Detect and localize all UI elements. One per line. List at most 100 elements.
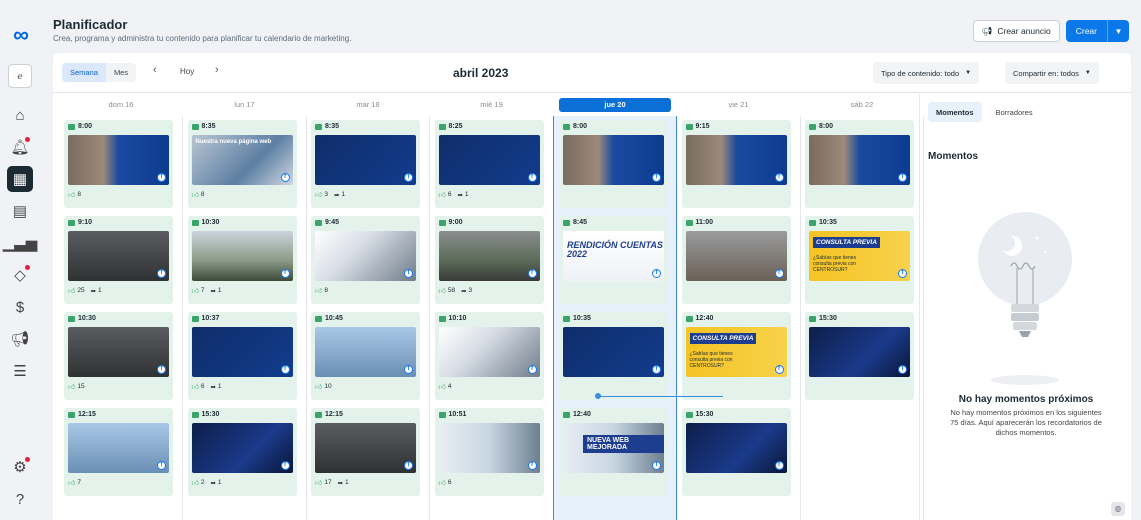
content-type-label: Tipo de contenido: todo	[881, 68, 960, 78]
scheduled-post-card[interactable]: 9:15 f	[681, 120, 791, 208]
tab-drafts[interactable]: Borradores	[988, 102, 1041, 122]
share-in-label: Compartir en: todos	[1013, 68, 1079, 78]
scheduled-post-card[interactable]: 15:30 f	[681, 408, 791, 496]
day-column[interactable]: 8:35 f 👍︎ 3 ➦ 1 9:45 f 👍︎ 8 10:45 f 👍︎ 10 12:15 f 👍︎ 17 ➦ 1	[306, 116, 430, 520]
post-time: 11:00	[685, 219, 713, 226]
meta-logo-icon[interactable]: ∞	[13, 22, 29, 48]
scheduled-post-card[interactable]: 10:30 f 👍︎ 15	[64, 312, 173, 400]
day-column[interactable]: 8:35 Nuestra nueva página web f 👍︎ 8 10:30 f 👍︎…	[183, 116, 307, 520]
scheduled-post-card[interactable]: 9:00 f 👍︎ 58 ➦ 3	[434, 216, 544, 304]
facebook-icon: f	[898, 365, 907, 374]
day-header: sáb 22	[850, 100, 874, 109]
scheduled-post-card[interactable]: 8:00 f 👍︎ 8	[64, 120, 173, 208]
post-stats: 👍︎ 6	[439, 478, 452, 487]
calendar-icon	[438, 123, 446, 130]
scheduled-post-card[interactable]: 12:15 f 👍︎ 17 ➦ 1	[311, 408, 420, 496]
current-time-dot	[595, 393, 601, 399]
content-icon[interactable]: ▤	[7, 198, 33, 224]
calendar-icon	[685, 123, 693, 130]
scheduled-post-card[interactable]: 10:10 f 👍︎ 4	[434, 312, 544, 400]
share-in-dropdown[interactable]: Compartir en: todos ▼	[1005, 62, 1099, 84]
scheduled-post-card[interactable]: 8:00 f	[559, 120, 668, 208]
facebook-icon: f	[652, 269, 661, 278]
day-column[interactable]: 8:00 f 8:45 RENDICIÓN CUENTAS 2022 f 10:35 f 12…	[553, 116, 677, 520]
page-header: Planificador Crea, programa y administra…	[53, 17, 351, 43]
planner-icon[interactable]: ▦	[7, 166, 33, 192]
scheduled-post-card[interactable]: 8:35 Nuestra nueva página web f 👍︎ 8	[187, 120, 297, 208]
settings-icon[interactable]: ⚙	[7, 454, 33, 480]
menu-icon[interactable]: ☰	[7, 358, 33, 384]
like-count: 58	[447, 287, 456, 294]
scheduled-post-card[interactable]: 10:37 f 👍︎ 6 ➦ 1	[187, 312, 297, 400]
facebook-icon: f	[157, 365, 166, 374]
chevron-down-icon: ▼	[965, 70, 972, 76]
help-icon[interactable]: ?	[7, 486, 33, 512]
scheduled-post-card[interactable]: 10:30 f 👍︎ 7 ➦ 1	[187, 216, 297, 304]
share-icon: ➦	[210, 383, 216, 391]
scheduled-post-card[interactable]: 10:51 f 👍︎ 6	[434, 408, 544, 496]
like-count: 8	[200, 191, 205, 198]
day-column[interactable]: 8:00 f 10:35 CONSULTA PREVIA ¿Sabías que tie…	[800, 116, 924, 520]
post-time: 9:10	[68, 219, 92, 226]
scheduled-post-card[interactable]: 9:45 f 👍︎ 8	[311, 216, 420, 304]
day-column[interactable]: 8:25 f 👍︎ 6 ➦ 1 9:00 f 👍︎ 58 ➦ 3 10:10 f 👍︎ 4 10:51 f 👍︎ 6	[430, 116, 554, 520]
day-column[interactable]: 9:15 f 11:00 f 12:40 CONSULTA PREVIA ¿Sabías q…	[677, 116, 801, 520]
view-month-button[interactable]: Mes	[105, 63, 137, 82]
post-thumbnail: f	[315, 423, 416, 473]
scheduled-post-card[interactable]: 8:35 f 👍︎ 3 ➦ 1	[311, 120, 420, 208]
day-column[interactable]: 8:00 f 👍︎ 8 9:10 f 👍︎ 25 ➦ 1 10:30 f 👍︎ 15 12:15 f 👍︎ 7	[59, 116, 183, 520]
scheduled-post-card[interactable]: 9:10 f 👍︎ 25 ➦ 1	[64, 216, 173, 304]
megaphone-icon[interactable]: 📢︎	[7, 326, 33, 352]
today-button[interactable]: Hoy	[180, 67, 194, 76]
create-dropdown-chevron-icon[interactable]: ▼	[1107, 20, 1129, 42]
facebook-icon: f	[280, 365, 290, 374]
like-count: 3	[324, 191, 328, 198]
scheduled-post-card[interactable]: 12:40 CONSULTA PREVIA ¿Sabías que tienes c…	[681, 312, 791, 400]
insights-icon[interactable]: ▁▃▅	[3, 230, 38, 256]
post-time: 8:35	[191, 123, 216, 130]
scheduled-post-card[interactable]: 15:30 f	[805, 312, 914, 400]
tab-moments[interactable]: Momentos	[928, 102, 982, 122]
prev-week-chevron-icon[interactable]: ‹	[153, 64, 157, 76]
home-icon[interactable]: ⌂	[7, 102, 33, 128]
thumbnail-text: CONSULTA PREVIA	[813, 237, 880, 248]
post-stats: 👍︎ 8	[192, 190, 205, 199]
like-icon: 👍︎	[68, 384, 76, 391]
calendar-icon	[563, 411, 570, 418]
post-thumbnail: CONSULTA PREVIA ¿Sabías que tienes consul…	[685, 327, 787, 377]
share-icon: ➦	[457, 191, 463, 199]
month-title: abril 2023	[453, 66, 509, 80]
facebook-icon: f	[652, 461, 661, 470]
scheduled-post-card[interactable]: 11:00 f	[681, 216, 791, 304]
ads-icon[interactable]: ◇	[7, 262, 33, 288]
scheduled-post-card[interactable]: 10:45 f 👍︎ 10	[311, 312, 420, 400]
notifications-icon[interactable]: 🔔︎	[7, 134, 33, 160]
post-stats: 👍︎ 7	[68, 478, 81, 487]
monetization-icon[interactable]: $	[7, 294, 33, 320]
post-stats: 👍︎ 7 ➦ 1	[192, 286, 222, 295]
post-time: 8:00	[563, 123, 587, 130]
view-week-button[interactable]: Semana	[62, 63, 106, 82]
scheduled-post-card[interactable]: 8:45 RENDICIÓN CUENTAS 2022 f	[559, 216, 668, 304]
post-time: 12:40	[685, 315, 713, 322]
scheduled-post-card[interactable]: 12:15 f 👍︎ 7	[64, 408, 173, 496]
facebook-icon: f	[774, 269, 784, 278]
help-globe-icon[interactable]: ◍	[1111, 502, 1125, 516]
scheduled-post-card[interactable]: 10:35 CONSULTA PREVIA ¿Sabías que tienes c…	[805, 216, 914, 304]
post-thumbnail: f	[563, 135, 664, 185]
scheduled-post-card[interactable]: 12:40 NUEVA WEB MEJORADA f	[559, 408, 668, 496]
scheduled-post-card[interactable]: 8:25 f 👍︎ 6 ➦ 1	[434, 120, 544, 208]
account-avatar[interactable]: ℯ	[8, 64, 32, 88]
create-ad-button[interactable]: 📢︎ Crear anuncio	[972, 20, 1060, 42]
calendar-icon	[563, 315, 570, 322]
scheduled-post-card[interactable]: 15:30 f 👍︎ 2 ➦ 1	[187, 408, 297, 496]
planner-panel: Semana Mes ‹ Hoy › abril 2023 Tipo de co…	[53, 53, 1131, 520]
scheduled-post-card[interactable]: 8:00 f	[805, 120, 914, 208]
content-type-dropdown[interactable]: Tipo de contenido: todo ▼	[873, 62, 980, 84]
share-icon: ➦	[210, 287, 216, 295]
post-thumbnail: f	[685, 231, 787, 281]
scheduled-post-card[interactable]: 10:35 f	[559, 312, 668, 400]
moments-side-panel: Momentos Borradores Momentos No hay mome…	[919, 94, 1131, 520]
create-button[interactable]: Crear	[1065, 20, 1107, 42]
next-week-chevron-icon[interactable]: ›	[215, 64, 219, 76]
